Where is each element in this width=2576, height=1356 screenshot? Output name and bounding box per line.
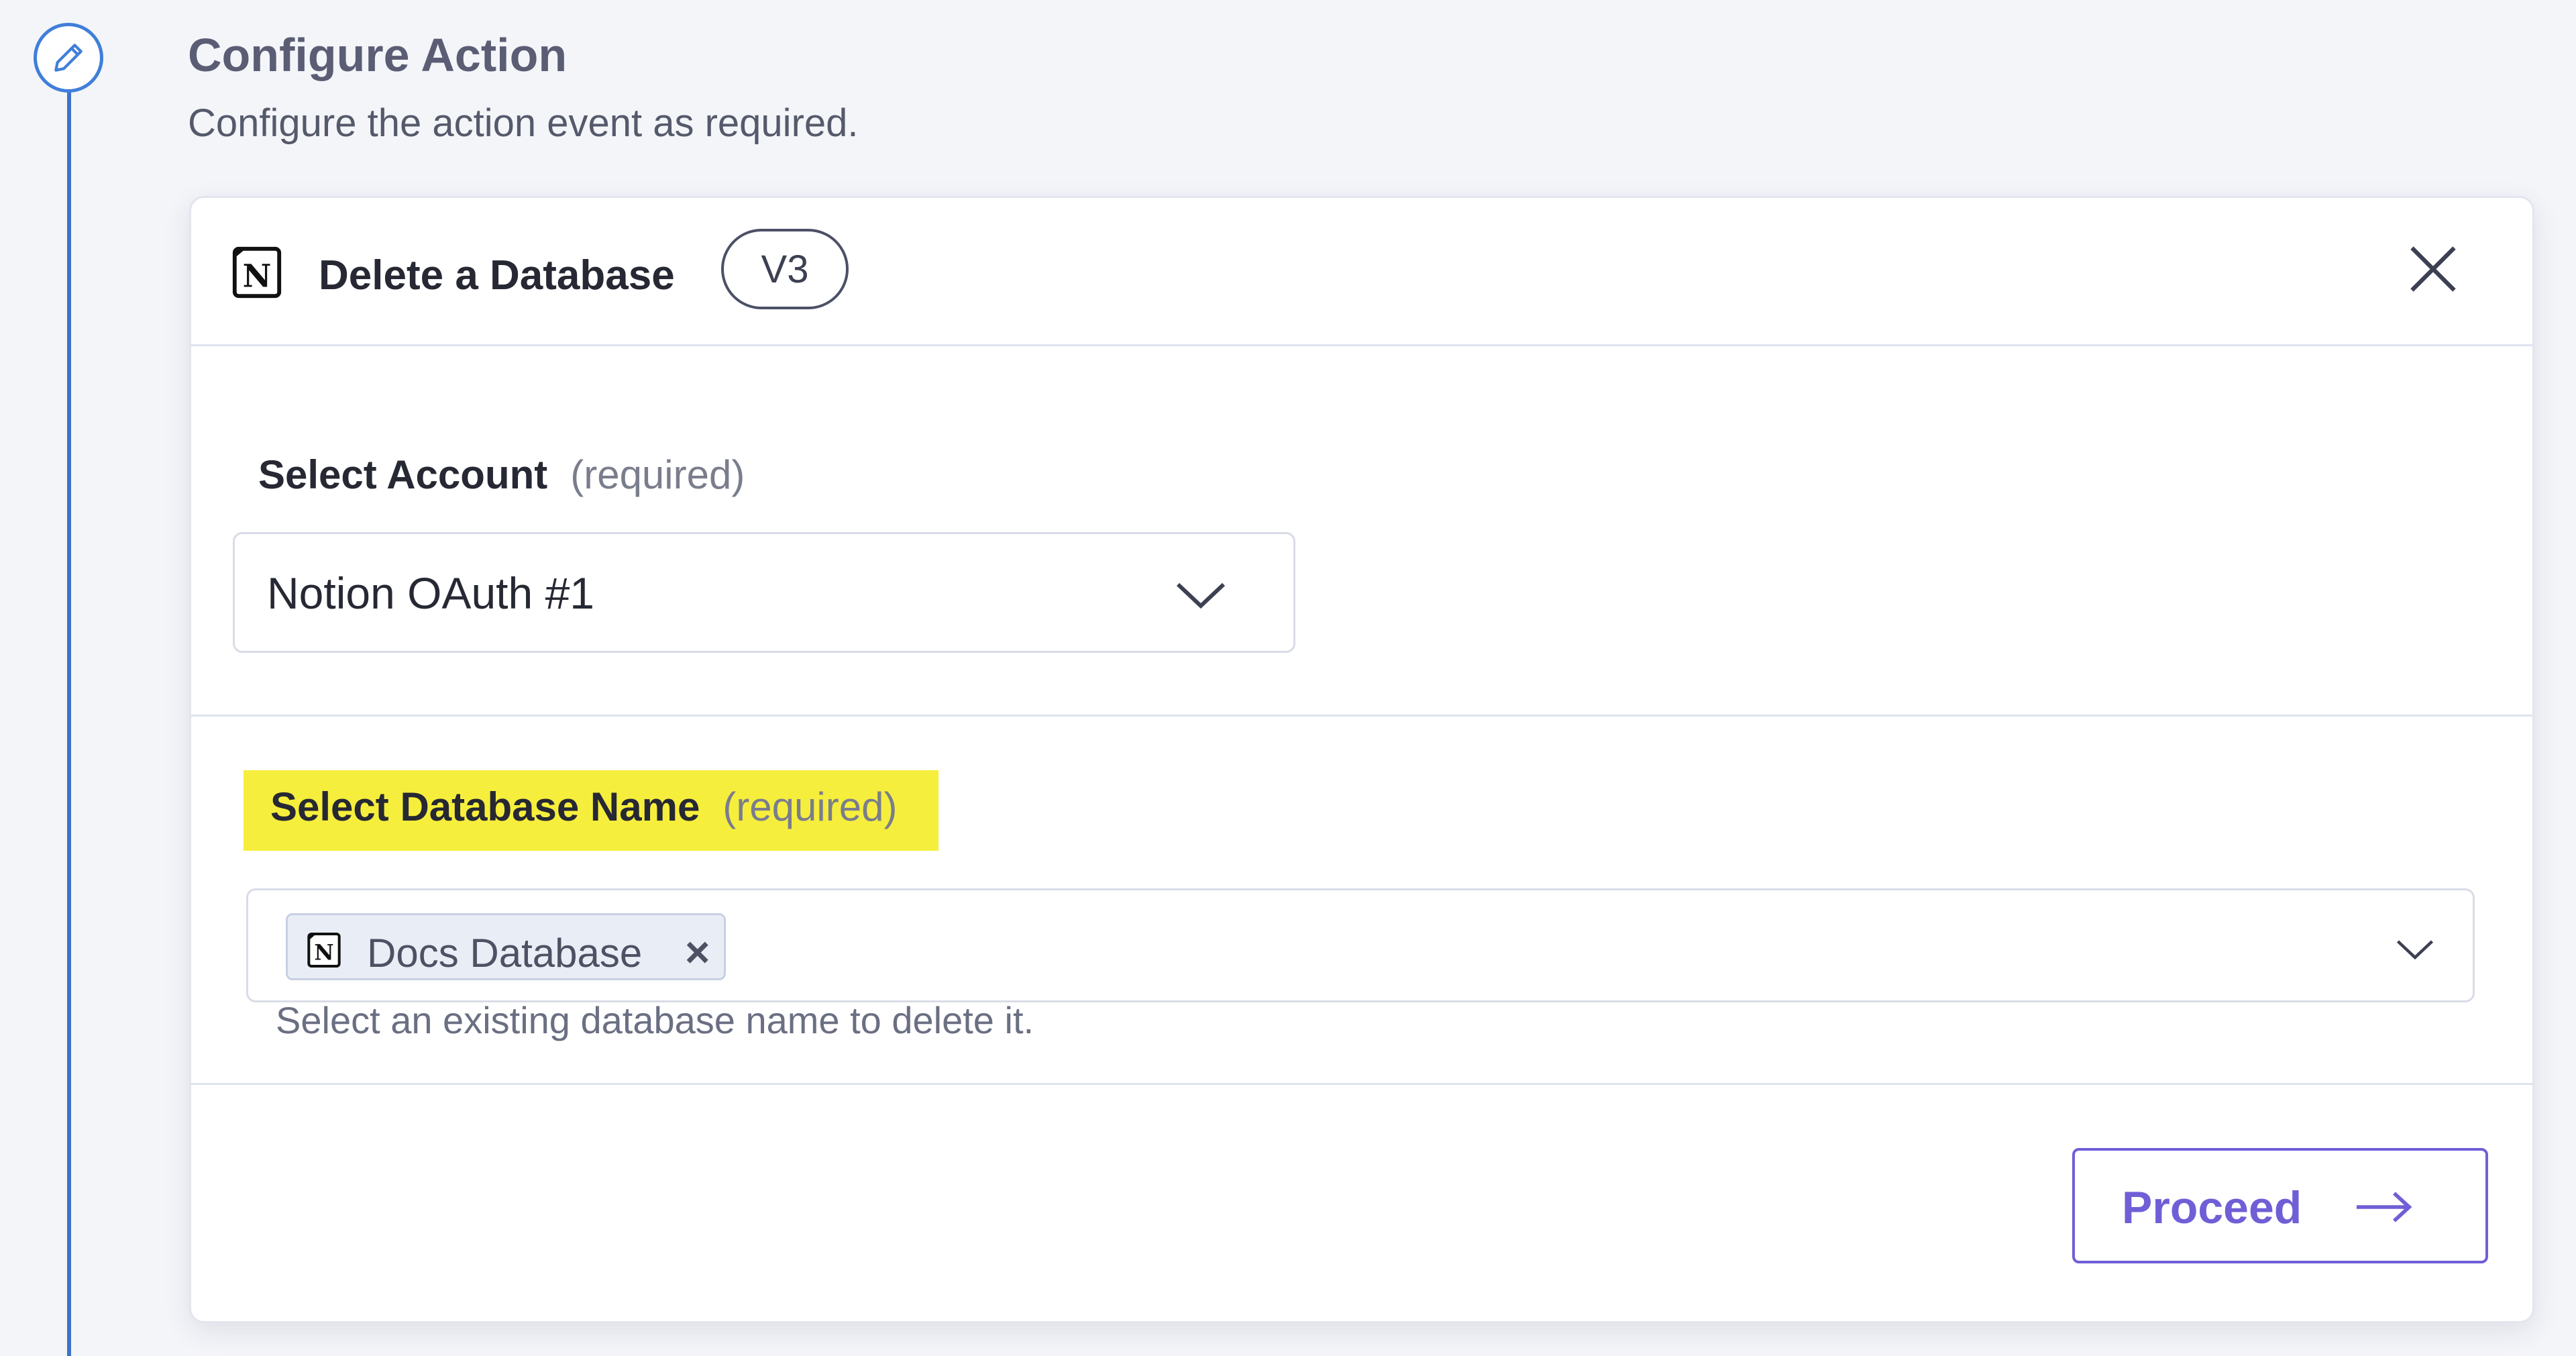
notion-icon: N [307, 933, 341, 968]
pencil-icon [54, 44, 83, 72]
database-label-text: Select Database Name [270, 784, 700, 829]
arrow-right-icon [2356, 1192, 2412, 1222]
proceed-button[interactable]: Proceed [2072, 1148, 2488, 1263]
card-header: N Delete a Database V3 [191, 198, 2532, 346]
close-icon[interactable] [2405, 241, 2461, 297]
account-select[interactable]: Notion OAuth #1 [233, 532, 1295, 653]
proceed-label: Proceed [2122, 1182, 2302, 1233]
chevron-down-icon[interactable] [2395, 936, 2435, 963]
account-required: (required) [570, 452, 745, 497]
database-select[interactable]: N Docs Database × [246, 888, 2475, 1002]
page-title: Configure Action [188, 29, 568, 81]
selected-database-chip: N Docs Database × [286, 913, 726, 980]
account-section: Select Account (required) Notion OAuth #1 [191, 344, 2532, 717]
chevron-down-icon [1176, 582, 1226, 609]
page-subtitle: Configure the action event as required. [188, 101, 859, 145]
notion-icon: N [232, 246, 282, 299]
svg-text:N: N [243, 258, 272, 295]
database-helper-text: Select an existing database name to dele… [276, 999, 1034, 1041]
card-title: Delete a Database [319, 252, 675, 299]
database-label: Select Database Name (required) [270, 784, 897, 830]
database-required: (required) [722, 784, 898, 829]
chip-remove-button[interactable]: × [685, 927, 710, 977]
database-section: Select Database Name (required) N Docs Da… [191, 717, 2532, 1085]
version-badge: V3 [721, 229, 849, 309]
step-indicator [34, 23, 103, 93]
timeline-line [67, 81, 71, 1356]
chip-label: Docs Database [367, 931, 643, 976]
account-select-value: Notion OAuth #1 [267, 568, 594, 618]
action-card: N Delete a Database V3 Select Account (re… [189, 196, 2534, 1323]
account-label: Select Account (required) [258, 452, 745, 498]
svg-text:N: N [314, 940, 333, 966]
account-label-text: Select Account [258, 452, 548, 497]
